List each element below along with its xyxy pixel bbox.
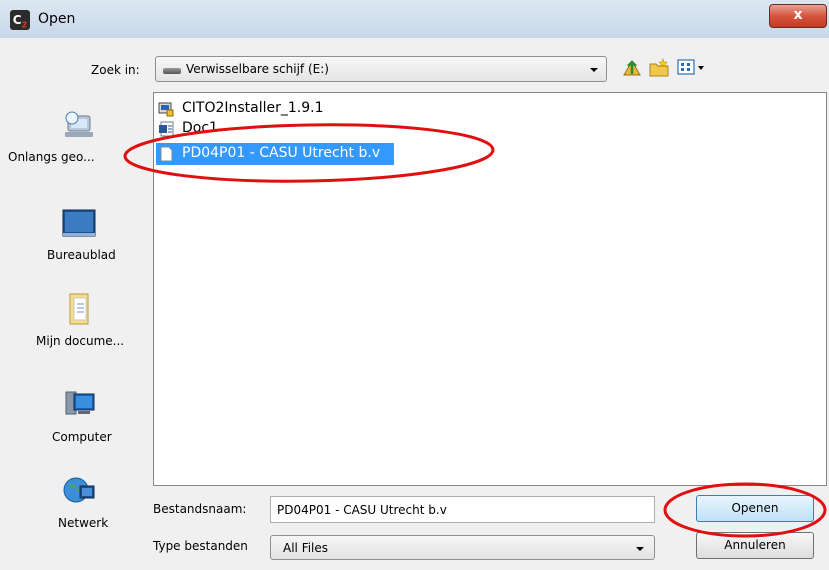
word-document-icon: [159, 121, 174, 137]
lookin-label: Zoek in:: [91, 63, 140, 77]
place-computer[interactable]: Computer: [0, 388, 150, 478]
list-item[interactable]: PD04P01 - CASU Utrecht b.v: [156, 143, 394, 165]
title-bar: C2 Open x: [0, 0, 829, 38]
file-name: Doc1: [182, 120, 218, 136]
filetype-value: All Files: [283, 541, 329, 555]
computer-icon: [65, 391, 95, 415]
place-label: Mijn docume...: [36, 334, 125, 348]
close-button[interactable]: x: [769, 4, 827, 28]
view-menu-icon[interactable]: [676, 57, 706, 79]
file-list[interactable]: CITO2Installer_1.9.1 Doc1 PD04P01 - CASU…: [153, 92, 827, 486]
blank-file-icon: [160, 146, 173, 162]
chevron-down-icon: [636, 547, 644, 551]
place-recent[interactable]: Onlangs geo...: [0, 108, 150, 198]
documents-icon: [69, 293, 89, 325]
window-title: Open: [38, 11, 76, 27]
app-icon: C2: [10, 10, 30, 30]
removable-drive-icon: [163, 68, 181, 74]
list-item[interactable]: CITO2Installer_1.9.1: [156, 99, 396, 119]
place-label: Onlangs geo...: [8, 150, 95, 164]
filename-label: Bestandsnaam:: [153, 502, 247, 516]
open-button[interactable]: Openen: [696, 495, 814, 522]
open-dialog: C2 Open x Zoek in: Verwisselbare schijf …: [0, 0, 829, 570]
place-documents[interactable]: Mijn docume...: [0, 292, 150, 382]
place-network[interactable]: Netwerk: [0, 474, 150, 564]
places-bar: Onlangs geo... Bureaublad Mijn docume...: [0, 94, 150, 569]
filename-field[interactable]: [270, 496, 655, 523]
place-label: Computer: [52, 430, 112, 444]
place-label: Bureaublad: [47, 248, 116, 262]
network-icon: [63, 477, 95, 503]
cancel-button[interactable]: Annuleren: [696, 532, 814, 559]
up-folder-icon[interactable]: [621, 57, 643, 79]
lookin-combo[interactable]: Verwisselbare schijf (E:): [155, 56, 607, 82]
list-item[interactable]: Doc1: [156, 119, 396, 139]
new-folder-icon[interactable]: [648, 57, 670, 79]
lookin-value: Verwisselbare schijf (E:): [186, 62, 329, 76]
file-name: CITO2Installer_1.9.1: [182, 100, 324, 116]
place-label: Netwerk: [58, 516, 109, 530]
installer-icon: [158, 102, 174, 117]
filetype-label: Type bestanden: [153, 539, 248, 553]
filetype-select[interactable]: All Files: [270, 535, 655, 560]
place-desktop[interactable]: Bureaublad: [0, 206, 150, 296]
file-name: PD04P01 - CASU Utrecht b.v: [182, 145, 381, 161]
chevron-down-icon: [590, 68, 598, 72]
desktop-icon: [62, 209, 96, 237]
recent-places-icon: [65, 111, 93, 137]
